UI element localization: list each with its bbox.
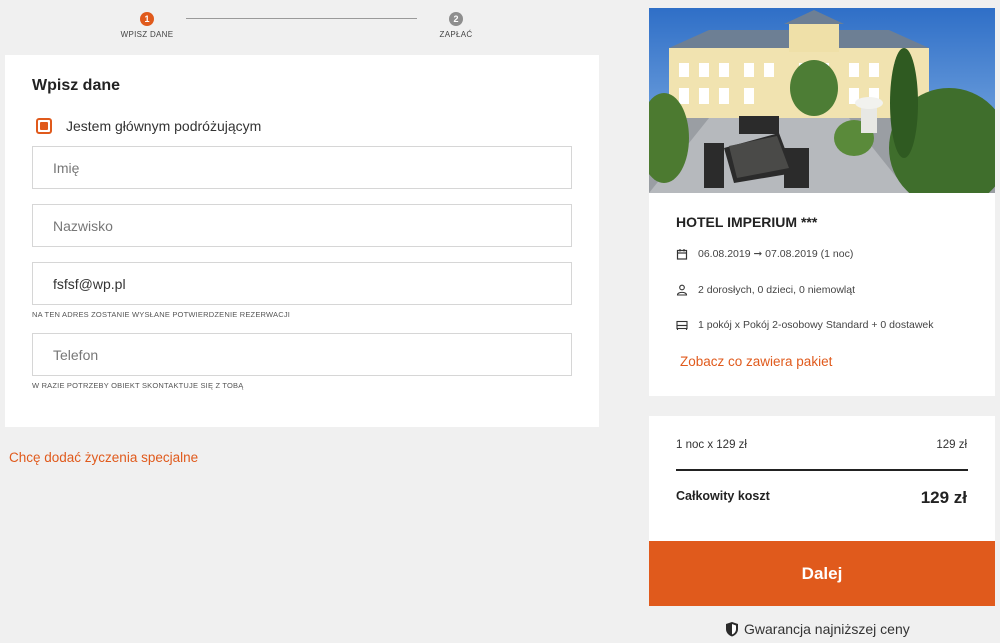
guest-details-form: Wpisz dane Jestem głównym podróżującym N… — [5, 55, 599, 427]
person-icon — [676, 284, 688, 296]
total-cost-value: 129 zł — [920, 488, 967, 507]
step-enter-data: 1 WPISZ DANE — [107, 12, 187, 39]
room-details: 1 pokój x Pokój 2-osobowy Standard + 0 d… — [676, 319, 934, 331]
special-requests-link[interactable]: Chcę dodać życzenia specjalne — [9, 450, 198, 465]
stay-dates-text: 06.08.2019 ➞ 07.08.2019 (1 noc) — [698, 248, 854, 260]
form-title: Wpisz dane — [32, 77, 121, 94]
step-label: WPISZ DANE — [120, 30, 174, 39]
calendar-icon — [676, 249, 688, 260]
hotel-summary-card: HOTEL IMPERIUM *** 06.08.2019 ➞ 07.08.20… — [649, 8, 995, 396]
guarantee-text: Gwarancja najniższej ceny — [744, 621, 910, 637]
package-details-link[interactable]: Zobacz co zawiera pakiet — [680, 354, 832, 369]
step-pay: 2 ZAPŁAĆ — [416, 12, 496, 39]
price-divider — [676, 469, 968, 471]
main-traveler-label: Jestem głównym podróżującym — [66, 118, 262, 134]
email-hint: NA TEN ADRES ZOSTANIE WYSŁANE POTWIERDZE… — [32, 310, 291, 319]
stay-dates: 06.08.2019 ➞ 07.08.2019 (1 noc) — [676, 248, 853, 260]
shield-icon — [726, 622, 738, 637]
hotel-photo — [649, 8, 995, 193]
step-number: 1 — [140, 12, 154, 26]
price-summary-card: 1 noc x 129 zł 129 zł Całkowity koszt 12… — [649, 416, 995, 541]
checkbox-checked-mark — [40, 122, 48, 130]
bed-icon — [676, 320, 688, 330]
email-field[interactable] — [32, 262, 572, 305]
main-traveler-checkbox-row[interactable]: Jestem głównym podróżującym — [36, 118, 261, 134]
main-traveler-checkbox[interactable] — [36, 118, 52, 134]
phone-hint: W RAZIE POTRZEBY OBIEKT SKONTAKTUJE SIĘ … — [32, 381, 244, 390]
guest-count: 2 dorosłych, 0 dzieci, 0 niemowląt — [676, 284, 855, 296]
guest-count-text: 2 dorosłych, 0 dzieci, 0 niemowląt — [698, 284, 855, 296]
first-name-field[interactable] — [32, 146, 572, 189]
step-number: 2 — [449, 12, 463, 26]
total-cost-label: Całkowity koszt — [676, 489, 770, 503]
last-name-field[interactable] — [32, 204, 572, 247]
next-button[interactable]: Dalej — [649, 541, 995, 606]
price-line-value: 129 zł — [936, 439, 967, 451]
step-connector — [186, 18, 417, 19]
price-line-label: 1 noc x 129 zł — [676, 439, 747, 451]
booking-page: 1 WPISZ DANE 2 ZAPŁAĆ Wpisz dane Jestem … — [0, 0, 1000, 643]
best-price-guarantee: Gwarancja najniższej ceny — [725, 621, 910, 637]
step-label: ZAPŁAĆ — [439, 30, 473, 39]
progress-stepper: 1 WPISZ DANE 2 ZAPŁAĆ — [0, 0, 600, 50]
room-details-text: 1 pokój x Pokój 2-osobowy Standard + 0 d… — [698, 319, 934, 331]
hotel-name: HOTEL IMPERIUM *** — [676, 214, 818, 230]
phone-field[interactable] — [32, 333, 572, 376]
